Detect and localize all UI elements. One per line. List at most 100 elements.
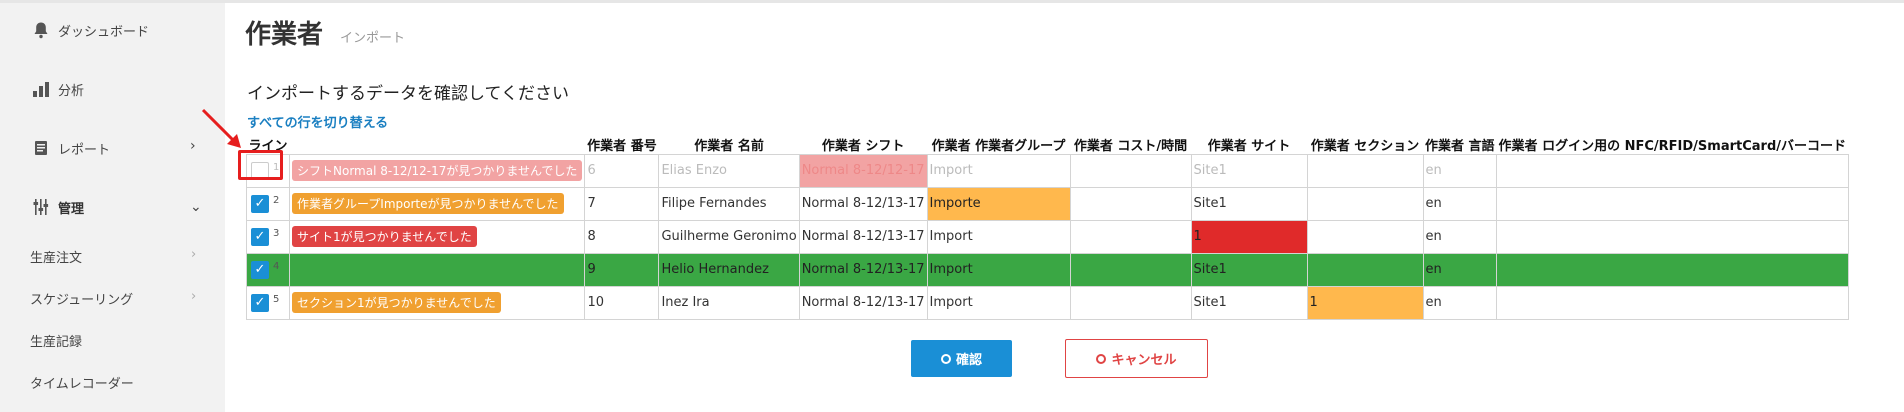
table-row: ✓ 2 作業者グループImporteが見つかりませんでした 7 Filipe Fe… (245, 186, 1849, 221)
cell-shift: Normal 8-12/13-17 (798, 252, 928, 287)
sidebar-item-analysis[interactable]: 分析 (30, 78, 84, 100)
row-checkbox[interactable]: ✓ (251, 194, 269, 213)
cell-language: en (1422, 186, 1498, 221)
cell-group: Import (926, 219, 1071, 254)
cell-language: en (1422, 219, 1498, 254)
cell-site: Site1 (1190, 186, 1308, 221)
cell-cost (1069, 186, 1192, 221)
table-row: ✓ 5 セクション1が見つかりませんでした 10 Inez Ira Normal … (245, 285, 1849, 320)
sidebar-subitem-scheduling[interactable]: スケジューリング (30, 289, 133, 308)
cell-section: 1 (1306, 285, 1424, 320)
cell-shift: Normal 8-12/13-17 (798, 186, 928, 221)
document-icon (30, 137, 52, 159)
cell-number: 6 (584, 153, 660, 188)
sidebar-item-label: レポート (58, 142, 111, 158)
circle-icon (1096, 353, 1107, 364)
cell-name: Elias Enzo (658, 153, 800, 188)
cell-shift: Normal 8-12/12-17 (798, 153, 928, 188)
confirm-button-label: 確認 (955, 352, 982, 367)
error-badge: シフトNormal 8-12/12-17が見つかりませんでした (292, 160, 583, 181)
sidebar-subitem-production-orders[interactable]: 生産注文 (30, 247, 82, 266)
cell-number: 7 (584, 186, 660, 221)
row-checkbox-cell: ✓ 5 (245, 285, 291, 320)
table-row: ✓ 3 サイト1が見つかりませんでした 8 Guilherme Geronimo … (245, 219, 1849, 254)
row-checkbox[interactable]: ✓ (251, 227, 269, 246)
cell-shift: Normal 8-12/13-17 (798, 219, 928, 254)
cancel-button-label: キャンセル (1111, 352, 1177, 367)
cell-group: Importe (926, 186, 1071, 221)
sidebar-item-reports[interactable]: レポート (30, 137, 110, 159)
warning-badge: セクション1が見つかりませんでした (292, 292, 501, 313)
cell-section (1306, 252, 1424, 287)
page-title: 作業者 (245, 20, 324, 50)
row-message-cell (289, 252, 586, 287)
cell-section (1306, 153, 1424, 188)
col-header-name: 作業者 名前 (694, 138, 764, 154)
sidebar-item-label: ダッシュボード (58, 24, 150, 40)
cell-language: en (1422, 153, 1498, 188)
table-row: ✓ 4 9 Helio Hernandez Normal 8-12/13-17 I… (245, 252, 1849, 287)
table-row: 1 シフトNormal 8-12/12-17が見つかりませんでした 6 Elia… (245, 153, 1849, 188)
cell-site: 1 (1190, 219, 1308, 254)
confirm-heading: インポートするデータを確認してください (247, 84, 569, 104)
cell-site: Site1 (1190, 285, 1308, 320)
cell-cost (1069, 153, 1192, 188)
row-message-cell: 作業者グループImporteが見つかりませんでした (289, 186, 586, 221)
cell-name: Filipe Fernandes (658, 186, 800, 221)
sidebar-subitem-production-records[interactable]: 生産記録 (30, 331, 82, 350)
sidebar: ダッシュボード 分析 レポート › 管理 ⌄ 生産注文 › スケジューリング ›… (0, 3, 225, 412)
row-line-number: 2 (273, 194, 280, 206)
cell-name: Guilherme Geronimo (658, 219, 800, 254)
cell-login (1496, 219, 1849, 254)
confirm-button[interactable]: 確認 (911, 340, 1012, 377)
col-header-login: 作業者 ログイン用の NFC/RFID/SmartCard/バーコード (1498, 138, 1846, 154)
page-subtitle: インポート (340, 31, 406, 46)
cell-name: Inez Ira (658, 285, 800, 320)
cell-cost (1069, 252, 1192, 287)
row-checkbox-cell: ✓ 3 (245, 219, 291, 254)
cell-number: 8 (584, 219, 660, 254)
sidebar-item-dashboard[interactable]: ダッシュボード (30, 19, 149, 41)
sidebar-item-label: 分析 (58, 83, 85, 99)
toggle-all-rows-link[interactable]: すべての行を切り替える (247, 112, 388, 131)
sidebar-item-label: 管理 (58, 201, 85, 217)
annotation-arrow-icon (201, 108, 241, 148)
annotation-highlight-box (238, 150, 283, 180)
cell-login (1496, 153, 1849, 188)
chevron-down-icon[interactable]: ⌄ (190, 199, 202, 215)
cell-group: Import (926, 285, 1071, 320)
row-message-cell: シフトNormal 8-12/12-17が見つかりませんでした (289, 153, 586, 188)
cell-name: Helio Hernandez (658, 252, 800, 287)
row-checkbox[interactable]: ✓ (251, 260, 269, 279)
chevron-right-icon: › (191, 289, 197, 304)
col-header-language: 作業者 言語 (1425, 138, 1495, 154)
cell-cost (1069, 219, 1192, 254)
cell-group: Import (926, 252, 1071, 287)
cell-login (1496, 186, 1849, 221)
col-header-group: 作業者 作業者グループ (931, 138, 1066, 154)
sidebar-item-admin[interactable]: 管理 (30, 196, 84, 218)
cell-site: Site1 (1190, 153, 1308, 188)
cell-shift: Normal 8-12/13-17 (798, 285, 928, 320)
row-checkbox[interactable]: ✓ (251, 293, 269, 312)
circle-icon (940, 353, 951, 364)
sidebar-subitem-time-recorder[interactable]: タイムレコーダー (30, 373, 134, 392)
cell-group: Import (926, 153, 1071, 188)
table-header-row: ライン 作業者 番号 作業者 名前 作業者 シフト 作業者 作業者グループ 作業… (247, 134, 1849, 154)
col-header-cost: 作業者 コスト/時間 (1073, 138, 1188, 154)
cell-login (1496, 285, 1849, 320)
row-message-cell: サイト1が見つかりませんでした (289, 219, 586, 254)
col-header-section: 作業者 セクション (1310, 138, 1420, 154)
bell-icon (30, 19, 52, 41)
row-line-number: 4 (273, 260, 280, 272)
bar-chart-icon (30, 78, 52, 100)
row-checkbox-cell: ✓ 4 (245, 252, 291, 287)
col-header-message (290, 134, 585, 154)
cancel-button[interactable]: キャンセル (1065, 339, 1208, 378)
settings-list-icon (30, 196, 52, 218)
col-header-shift: 作業者 シフト (821, 138, 905, 154)
top-border (0, 0, 1904, 3)
cell-language: en (1422, 252, 1498, 287)
error-badge: サイト1が見つかりませんでした (292, 226, 477, 247)
cell-section (1306, 186, 1424, 221)
